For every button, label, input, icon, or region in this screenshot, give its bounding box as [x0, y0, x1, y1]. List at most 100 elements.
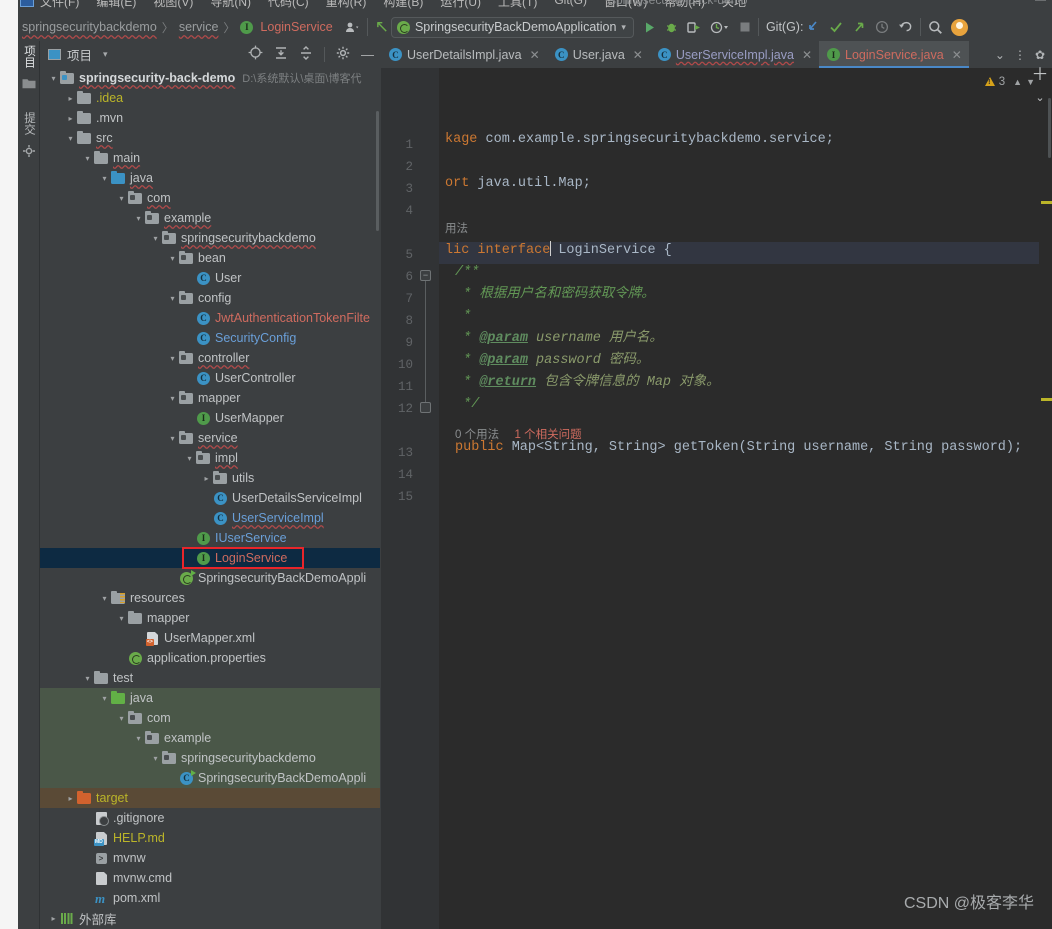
chevron-down-icon[interactable]: ▾ — [167, 294, 178, 303]
tree-row-iuserservice[interactable]: ·IIUserService — [40, 528, 380, 548]
undo-icon[interactable] — [898, 20, 913, 34]
chevron-right-icon[interactable]: ▸ — [65, 94, 76, 103]
settings-gear-icon[interactable] — [336, 46, 350, 63]
git-update-project-icon[interactable] — [806, 20, 820, 34]
collapse-all-icon[interactable] — [299, 46, 313, 63]
git-push-icon[interactable] — [852, 20, 866, 34]
hide-panel-icon[interactable]: — — [361, 47, 374, 62]
menu-item-refactor[interactable]: 重构(R) — [326, 0, 367, 10]
user-avatar-icon[interactable] — [951, 19, 968, 36]
menu-item-build[interactable]: 构建(B) — [383, 0, 423, 10]
search-everywhere-icon[interactable] — [928, 20, 943, 35]
structure-icon[interactable] — [18, 139, 40, 163]
tree-row-bean[interactable]: ▾bean — [40, 248, 380, 268]
chevron-down-icon[interactable]: ▾ — [82, 674, 93, 683]
run-with-coverage-icon[interactable] — [687, 21, 701, 34]
close-icon[interactable]: ✕ — [530, 48, 540, 62]
fold-marker-end-icon[interactable] — [420, 402, 431, 413]
tree-row-usermapper.xml[interactable]: ·<>UserMapper.xml — [40, 628, 380, 648]
chevron-right-icon[interactable]: ▸ — [48, 914, 59, 923]
breadcrumb-service[interactable]: service — [179, 20, 219, 34]
tree-row-springsecurity-back-demo[interactable]: ▾springsecurity-back-demoD:\系统默认\桌面\博客代 — [40, 68, 380, 88]
tree-row-user[interactable]: ·CUser — [40, 268, 380, 288]
chevron-right-icon[interactable]: ▸ — [65, 114, 76, 123]
sidebar-tab-project[interactable]: 项目 — [18, 41, 40, 72]
menu-item-run[interactable]: 运行(U) — [440, 0, 481, 10]
editor-right-marker-bar[interactable] — [1039, 68, 1052, 929]
chevron-down-icon[interactable]: ▾ — [116, 194, 127, 203]
chevron-down-icon[interactable]: ▾ — [116, 714, 127, 723]
project-tree-scrollbar[interactable] — [376, 111, 379, 231]
close-icon[interactable]: ✕ — [802, 48, 812, 62]
tree-row-loginservice[interactable]: ·ILoginService — [40, 548, 380, 568]
tree-row-resources[interactable]: ▾resources — [40, 588, 380, 608]
tree-row-userserviceimpl[interactable]: ·CUserServiceImpl — [40, 508, 380, 528]
breadcrumb-class[interactable]: LoginService — [260, 20, 332, 34]
tree-row-springsecuritybackdemo[interactable]: ▾springsecuritybackdemo — [40, 748, 380, 768]
project-tree[interactable]: ▾springsecurity-back-demoD:\系统默认\桌面\博客代 ▸… — [40, 67, 380, 928]
debug-icon[interactable] — [665, 21, 678, 34]
editor-tab-loginservice-java[interactable]: ILoginService.java✕ — [819, 41, 969, 68]
tree-row-java[interactable]: ▾java — [40, 168, 380, 188]
tree-row-java[interactable]: ▾java — [40, 688, 380, 708]
folder-icon[interactable] — [18, 72, 40, 94]
chevron-down-icon[interactable]: ▾ — [65, 134, 76, 143]
add-icon[interactable]: ＋ — [1032, 68, 1049, 82]
chevron-right-icon[interactable]: ▸ — [65, 794, 76, 803]
prev-problem-icon[interactable]: ▲ — [1013, 77, 1022, 87]
tab-list-dropdown-icon[interactable]: ⌄ — [995, 48, 1005, 62]
tree-row----[interactable]: ▸外部库 — [40, 908, 380, 928]
tree-row-com[interactable]: ▾com — [40, 188, 380, 208]
run-icon[interactable] — [643, 21, 656, 34]
tree-row-impl[interactable]: ▾impl — [40, 448, 380, 468]
tree-row-example[interactable]: ▾example — [40, 208, 380, 228]
tree-row-test[interactable]: ▾test — [40, 668, 380, 688]
chevron-down-icon[interactable]: ▾ — [133, 734, 144, 743]
window-minimize-button[interactable]: — — [1035, 0, 1046, 6]
git-commit-icon[interactable] — [829, 20, 843, 34]
chevron-down-icon[interactable]: ▾ — [133, 214, 144, 223]
tree-row-src[interactable]: ▾src — [40, 128, 380, 148]
chevron-down-icon[interactable]: ▾ — [48, 74, 59, 83]
sidebar-tab-commit[interactable]: 提交 — [18, 108, 40, 139]
tree-row-mapper[interactable]: ▾mapper — [40, 388, 380, 408]
menu-item-view[interactable]: 视图(V) — [153, 0, 193, 10]
chevron-down-icon[interactable]: ▾ — [99, 174, 110, 183]
tree-row-springsecuritybackdemoappli[interactable]: ·SpringsecurityBackDemoAppli — [40, 568, 380, 588]
tree-row-springsecuritybackdemo[interactable]: ▾springsecuritybackdemo — [40, 228, 380, 248]
breadcrumb-package[interactable]: springsecuritybackdemo — [22, 20, 157, 34]
tree-row-target[interactable]: ▸target — [40, 788, 380, 808]
tree-row-userdetailsserviceimpl[interactable]: ·CUserDetailsServiceImpl — [40, 488, 380, 508]
code-text[interactable]: kage com.example.springsecuritybackdemo.… — [439, 68, 1052, 929]
chevron-down-icon[interactable]: ▾ — [167, 254, 178, 263]
fold-column[interactable]: − — [420, 68, 434, 929]
menu-item-code[interactable]: 代码(C) — [268, 0, 309, 10]
tree-row-jwtauthenticationtokenfilte[interactable]: ·CJwtAuthenticationTokenFilte — [40, 308, 380, 328]
chevron-down-icon[interactable]: ▾ — [150, 234, 161, 243]
menu-item-edit[interactable]: 编辑(E) — [96, 0, 136, 10]
people-dropdown-icon[interactable] — [345, 21, 360, 34]
editor-tab-userdetailsimpl-java[interactable]: CUserDetailsImpl.java✕ — [381, 41, 547, 68]
code-editor[interactable]: 1 2 3 4 5 6 7 8 9 10 11 12 13 14 15 − — [381, 68, 1052, 929]
chevron-down-icon[interactable]: ▾ — [167, 394, 178, 403]
chevron-down-icon[interactable]: ▾ — [82, 154, 93, 163]
tree-row-utils[interactable]: ▸utils — [40, 468, 380, 488]
tab-options-icon[interactable]: ⋮ — [1014, 48, 1026, 62]
tree-row-example[interactable]: ▾example — [40, 728, 380, 748]
run-configuration-selector[interactable]: SpringsecurityBackDemoApplication ▾ — [391, 17, 634, 38]
tree-row-usermapper[interactable]: ·IUserMapper — [40, 408, 380, 428]
chevron-right-icon[interactable]: ▸ — [201, 474, 212, 483]
chevron-down-icon[interactable]: ▾ — [99, 694, 110, 703]
tree-row-service[interactable]: ▾service — [40, 428, 380, 448]
code-vision-hint-top[interactable]: 用法 — [445, 218, 468, 240]
profiler-icon[interactable] — [710, 21, 730, 34]
project-panel-title[interactable]: 项目 ▾ — [48, 45, 108, 64]
chevron-down-icon[interactable]: ▾ — [150, 754, 161, 763]
chevron-down-icon[interactable]: ▾ — [184, 454, 195, 463]
menu-item-file[interactable]: 文件(F) — [40, 0, 79, 10]
tree-row-.mvn[interactable]: ▸.mvn — [40, 108, 380, 128]
menu-item-tools[interactable]: 工具(T) — [498, 0, 537, 10]
menu-item-git[interactable]: Git(G) — [554, 0, 587, 10]
expand-all-icon[interactable] — [274, 46, 288, 63]
warning-marker[interactable] — [1041, 398, 1052, 401]
